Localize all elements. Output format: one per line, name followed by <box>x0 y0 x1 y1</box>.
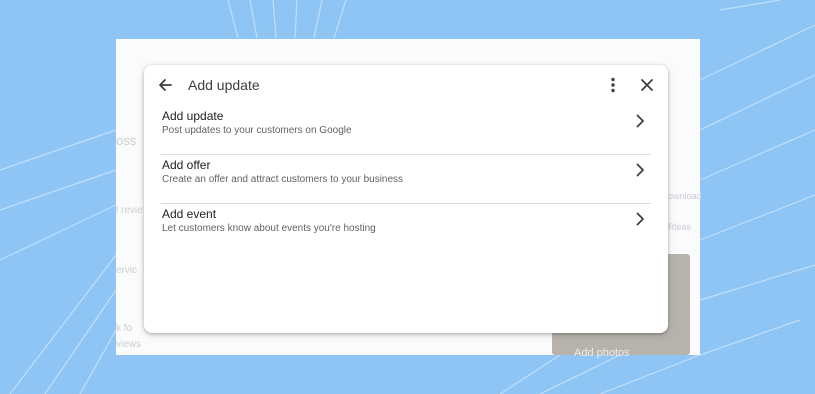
chevron-right-icon <box>636 163 644 177</box>
background-text-fragment: views <box>116 339 142 350</box>
add-update-dialog: Add update Add update Post updates to yo… <box>144 65 668 333</box>
dialog-header: Add update <box>144 65 668 105</box>
more-vert-icon <box>611 77 615 93</box>
close-icon <box>641 79 653 91</box>
background-text-fragment: l revie <box>116 205 143 216</box>
close-button[interactable] <box>636 74 658 96</box>
option-title: Add offer <box>162 158 211 172</box>
option-subtitle: Post updates to your customers on Google <box>162 125 352 136</box>
option-subtitle: Let customers know about events you're h… <box>162 223 376 234</box>
background-text-fragment: Rleas <box>668 222 692 232</box>
background-text-fragment: ervic <box>116 265 138 276</box>
option-add-update[interactable]: Add update Post updates to your customer… <box>161 106 651 155</box>
option-subtitle: Create an offer and attract customers to… <box>162 174 404 185</box>
option-add-offer[interactable]: Add offer Create an offer and attract cu… <box>161 155 651 204</box>
background-text-fragment: k fo <box>116 323 133 334</box>
option-add-event[interactable]: Add event Let customers know about event… <box>161 204 651 252</box>
chevron-right-icon <box>636 212 644 226</box>
more-options-button[interactable] <box>602 74 624 96</box>
back-button[interactable] <box>154 74 176 96</box>
background-heading-fragment: oss <box>116 133 137 148</box>
background-text-fragment: ownload <box>668 191 702 201</box>
arrow-back-icon <box>159 79 172 91</box>
background-photo-label: Add photos <box>574 347 630 359</box>
option-title: Add update <box>162 109 224 123</box>
option-title: Add event <box>162 207 217 221</box>
dialog-title: Add update <box>188 77 260 93</box>
chevron-right-icon <box>636 114 644 128</box>
